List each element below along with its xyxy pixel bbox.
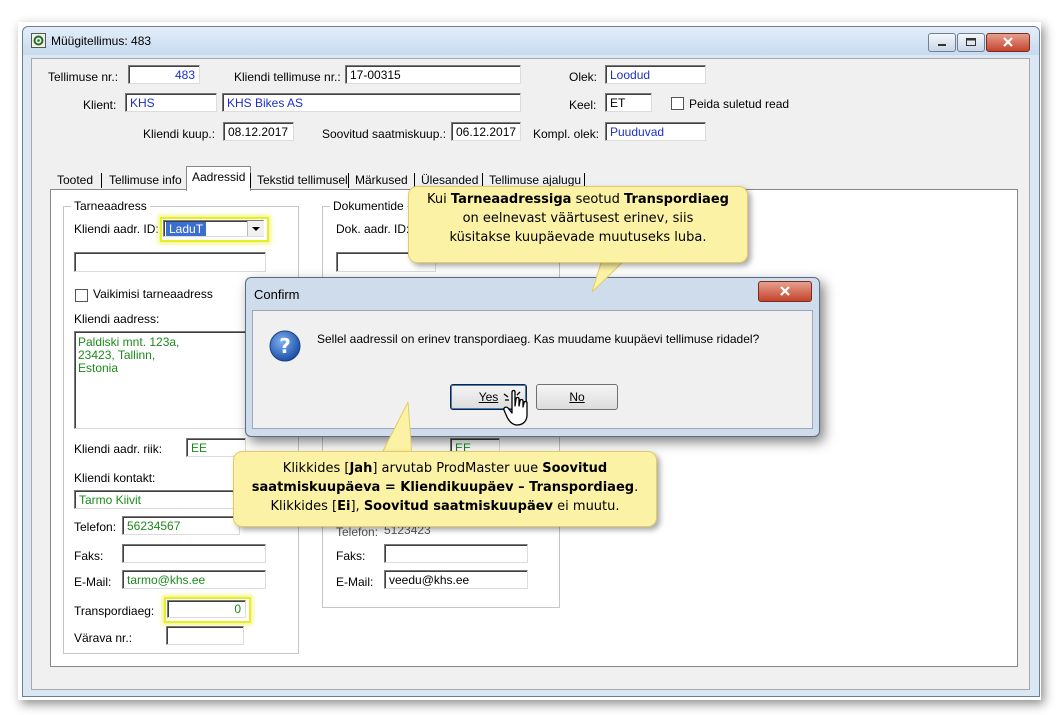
transport-label: Transpordiaeg: bbox=[74, 604, 155, 618]
question-icon: ? bbox=[269, 330, 301, 362]
close-button[interactable] bbox=[986, 33, 1030, 52]
gate-label: Värava nr.: bbox=[74, 631, 133, 645]
addr-id-label: Kliendi aadr. ID: bbox=[74, 222, 159, 236]
hand-cursor-icon bbox=[503, 389, 528, 426]
client-address-label: Kliendi aadress: bbox=[74, 312, 160, 326]
compl-state-field[interactable]: Puuduvad bbox=[605, 122, 706, 141]
no-button[interactable]: No bbox=[536, 384, 618, 410]
transport-field[interactable]: 0 bbox=[167, 600, 246, 618]
callout-top-line3: küsitakse kuupäevade muutuseks luba. bbox=[449, 230, 707, 245]
doc-email-field[interactable]: veedu@khs.ee bbox=[384, 570, 528, 589]
compl-state-label: Kompl. olek: bbox=[533, 127, 600, 141]
tab-markused[interactable]: Märkused bbox=[350, 170, 413, 190]
contact-field[interactable]: Tarmo Kiivit bbox=[74, 490, 240, 509]
client-order-no-label: Kliendi tellimuse nr.: bbox=[234, 70, 341, 84]
dialog-title: Confirm bbox=[254, 287, 300, 302]
desired-date-field[interactable]: 06.12.2017 bbox=[451, 122, 521, 141]
dialog-body: ? Sellel aadressil on erinev transpordia… bbox=[252, 310, 813, 429]
maximize-button[interactable] bbox=[957, 33, 985, 52]
client-order-no-field[interactable]: 17-00315 bbox=[345, 65, 521, 84]
callout-top: Kui Tarneaadressiga seotud Transpordiaeg… bbox=[408, 186, 748, 263]
doc-fax-label: Faks: bbox=[336, 549, 366, 563]
phone-field[interactable]: 56234567 bbox=[122, 516, 240, 535]
client-date-field[interactable]: 08.12.2017 bbox=[223, 122, 294, 141]
callout-bottom-line1: Klikkides [Jah] arvutab ProdMaster uue S… bbox=[282, 461, 608, 476]
state-label: Olek: bbox=[569, 70, 598, 84]
tab-separator bbox=[250, 173, 251, 188]
close-icon bbox=[1003, 37, 1013, 47]
maximize-icon bbox=[966, 38, 976, 46]
email-label: E-Mail: bbox=[74, 575, 112, 589]
language-label: Keel: bbox=[569, 98, 597, 112]
hide-closed-label: Peida suletud read bbox=[689, 97, 790, 111]
contact-label: Kliendi kontakt: bbox=[74, 471, 156, 485]
client-date-label: Kliendi kuup.: bbox=[143, 127, 216, 141]
doc-addr-id-label: Dok. aadr. ID: bbox=[336, 222, 410, 236]
dialog-close-button[interactable] bbox=[758, 281, 812, 302]
callout-bottom-line2: saatmiskuupäeva = Kliendikuupäev – Trans… bbox=[251, 480, 639, 495]
tab-separator bbox=[348, 173, 349, 188]
client-code-field[interactable]: KHS bbox=[125, 93, 217, 112]
documents-group-title: Dokumentide bbox=[330, 199, 407, 213]
delivery-group-title: Tarneaadress bbox=[71, 199, 150, 213]
no-label: No bbox=[569, 390, 585, 404]
address-line-3: Estonia bbox=[78, 361, 119, 375]
tab-tooted[interactable]: Tooted bbox=[52, 170, 98, 190]
app-icon bbox=[31, 33, 46, 48]
callout-bottom: Klikkides [Jah] arvutab ProdMaster uue S… bbox=[233, 451, 657, 527]
minimize-button[interactable] bbox=[928, 33, 956, 52]
tab-aadressid[interactable]: Aadressid bbox=[186, 166, 252, 191]
callout-top-line1: Kui Tarneaadressiga seotud Transpordiaeg bbox=[427, 192, 729, 207]
addr-id-value: LaduT bbox=[166, 222, 207, 236]
country-label: Kliendi aadr. riik: bbox=[74, 442, 163, 456]
doc-fax-field[interactable] bbox=[384, 544, 528, 563]
svg-text:?: ? bbox=[279, 334, 291, 358]
gate-field[interactable] bbox=[166, 626, 244, 645]
hide-closed-checkbox[interactable] bbox=[671, 97, 684, 110]
chevron-down-icon bbox=[252, 227, 260, 231]
yes-label: Yes bbox=[478, 390, 499, 404]
dropdown-button[interactable] bbox=[247, 221, 264, 236]
dialog-message: Sellel aadressil on erinev transpordiaeg… bbox=[317, 332, 760, 346]
close-icon bbox=[780, 286, 790, 296]
callout-top-line2: on eelnevast väärtusest erinev, siis bbox=[462, 211, 694, 226]
doc-email-label: E-Mail: bbox=[336, 575, 374, 589]
phone-label: Telefon: bbox=[74, 520, 117, 534]
tab-separator bbox=[101, 173, 102, 188]
window-title: Müügitellimus: 483 bbox=[51, 34, 152, 48]
client-name-field[interactable]: KHS Bikes AS bbox=[222, 93, 521, 112]
title-bar: Müügitellimus: 483 bbox=[23, 27, 1039, 55]
email-field[interactable]: tarmo@khs.ee bbox=[122, 570, 266, 589]
default-address-label: Vaikimisi tarneaadress bbox=[93, 287, 213, 301]
language-field[interactable]: ET bbox=[605, 93, 652, 112]
doc-phone-label: Telefon: bbox=[336, 525, 379, 539]
minimize-icon bbox=[938, 44, 946, 46]
addr-name-field[interactable] bbox=[74, 252, 266, 272]
callout-bottom-line3: Klikkides [Ei], Soovitud saatmiskuupäev … bbox=[270, 499, 620, 514]
client-address-textarea[interactable]: Paldiski mnt. 123a, 23423, Tallinn, Esto… bbox=[74, 331, 266, 429]
tab-tellimuse-info[interactable]: Tellimuse info bbox=[104, 170, 187, 190]
fax-field[interactable] bbox=[122, 544, 266, 563]
default-address-checkbox[interactable] bbox=[75, 289, 88, 302]
fax-label: Faks: bbox=[74, 549, 104, 563]
client-label: Klient: bbox=[83, 98, 117, 112]
tab-tekstid-tellimusel[interactable]: Tekstid tellimusel bbox=[252, 170, 353, 190]
state-field[interactable]: Loodud bbox=[605, 65, 706, 84]
order-no-field[interactable]: 483 bbox=[128, 65, 200, 84]
order-no-label: Tellimuse nr.: bbox=[48, 70, 119, 84]
confirm-dialog: Confirm ? Sellel aadressil on erinev tra… bbox=[245, 277, 820, 437]
desired-date-label: Soovitud saatmiskuup.: bbox=[322, 127, 447, 141]
